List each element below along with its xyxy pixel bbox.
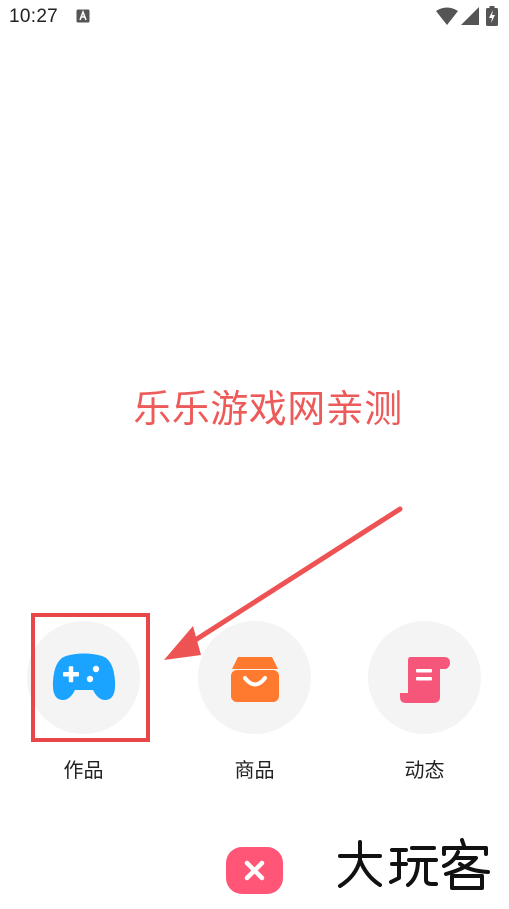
dawanke-logo bbox=[338, 838, 490, 890]
share-item-works-label: 作品 bbox=[63, 758, 104, 782]
share-item-products-label: 商品 bbox=[234, 758, 275, 782]
notification-a-icon bbox=[76, 9, 90, 23]
shopping-bag-icon bbox=[231, 657, 279, 702]
share-item-posts-label: 动态 bbox=[404, 758, 445, 782]
battery-charging-icon bbox=[486, 6, 498, 26]
share-screen: 10:27 乐乐游戏网亲测 作品 商品 动态 bbox=[0, 0, 509, 909]
watermark-caption: 乐乐游戏网亲测 bbox=[133, 387, 403, 431]
signal-icon bbox=[461, 7, 479, 25]
status-time: 10:27 bbox=[9, 6, 59, 27]
wifi-icon bbox=[436, 7, 458, 25]
status-bar: 10:27 bbox=[0, 0, 509, 34]
highlight-box bbox=[31, 613, 150, 742]
scroll-icon bbox=[400, 657, 450, 703]
close-button[interactable] bbox=[226, 847, 283, 894]
close-icon bbox=[244, 860, 265, 881]
